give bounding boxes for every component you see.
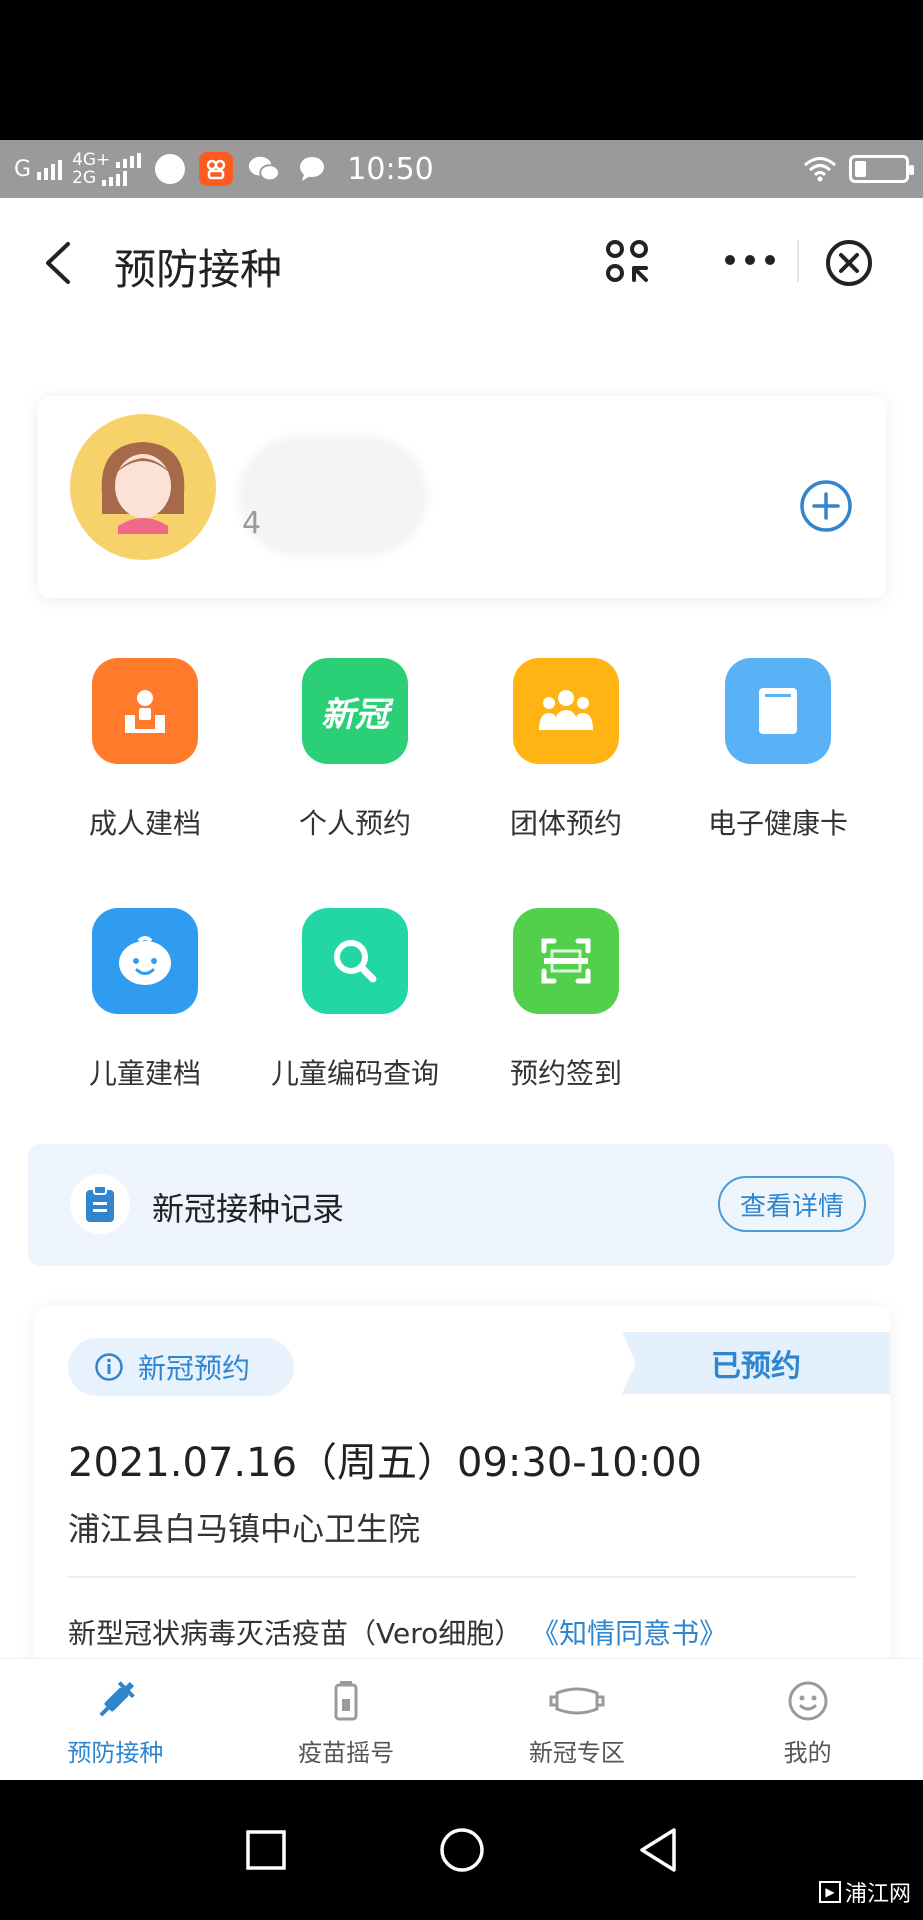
syringe-icon [99,1681,136,1717]
avatar[interactable] [70,414,216,560]
grid-item-health-card[interactable]: 电子健康卡 [678,658,878,842]
child-face-icon [92,908,198,1014]
grid-item-child-record[interactable]: 儿童建档 [45,908,245,1092]
appointment-tag: 新冠预约 [68,1338,294,1396]
grid-item-checkin[interactable]: 预约签到 [466,908,666,1092]
battery-icon [849,155,914,183]
wechat-notification-icon [247,152,281,186]
covid-icon: 新冠 [302,658,408,764]
net-bottom-label: 2G [72,168,97,188]
more-icon[interactable] [722,250,778,270]
mask-icon [549,1687,605,1715]
consent-link[interactable]: 《知情同意书》 [531,1617,727,1650]
tab-label: 疫苗摇号 [298,1739,395,1767]
covid-record-bar[interactable]: 新冠接种记录 查看详情 [28,1144,894,1266]
top-nav: 预防接种 [0,198,923,326]
group-icon [513,658,619,764]
home-icon[interactable] [434,1822,490,1878]
net-top-label: 4G+ [72,150,111,170]
signal-label: G [14,156,32,182]
divider [68,1576,856,1578]
grid-label: 预约签到 [509,1057,622,1090]
search-icon [302,908,408,1014]
smile-face-icon [788,1681,828,1721]
grid-label: 电子健康卡 [707,807,848,840]
grid-item-group-booking[interactable]: 团体预约 [466,658,666,842]
tab-mine[interactable]: 我的 [692,1659,923,1780]
appointment-time: 2021.07.16（周五）09:30-10:00 [68,1440,703,1486]
adult-record-icon [92,658,198,764]
page-title: 预防接种 [114,245,283,294]
profile-subtext: 4 [242,506,262,541]
nav-separator [797,240,799,282]
privacy-mask [238,436,428,556]
covid-icon-text: 新冠 [321,694,389,735]
status-right-group [803,155,914,183]
clock: 10:50 [347,151,434,187]
grid-label: 儿童建档 [88,1057,201,1090]
app-screen: 预防接种 4 成人建档 新冠 个人预约 团体预约 电子健康卡 儿童建档 儿童编码… [0,198,923,1780]
network-stack: 4G+ 2G [72,150,142,188]
appointment-place: 浦江县白马镇中心卫生院 [68,1510,421,1548]
vial-icon [334,1681,358,1721]
signal-bars-icon [116,152,142,168]
top-black-bar [0,0,923,140]
clipboard-icon [70,1174,130,1234]
back-arrow-icon[interactable] [38,238,78,288]
health-card-icon [725,658,831,764]
grid-label: 儿童编码查询 [270,1057,439,1090]
kuaishou-notification-icon [199,152,234,186]
tab-label: 我的 [783,1739,832,1767]
tab-vaccine-lottery[interactable]: 疫苗摇号 [231,1659,462,1780]
status-bar: G 4G+ 2G 10:50 [0,140,923,198]
grid-item-personal-booking[interactable]: 新冠 个人预约 [255,658,455,842]
recent-apps-icon[interactable] [238,1822,294,1878]
watermark-text: 浦江网 [844,1882,911,1907]
signal-bars-icon [102,170,128,186]
record-label: 新冠接种记录 [152,1190,345,1228]
grid-label: 个人预约 [298,807,411,840]
system-nav-bar: ▶ 浦江网 [0,1780,923,1920]
scan-code-icon[interactable] [604,238,650,284]
grid-label: 成人建档 [88,807,201,840]
info-icon [95,1353,123,1381]
appointment-tag-label: 新冠预约 [138,1352,251,1385]
tab-label: 新冠专区 [528,1739,625,1767]
status-badge: 已预约 [622,1332,890,1394]
back-nav-icon[interactable] [630,1822,686,1878]
tab-vaccination[interactable]: 预防接种 [0,1659,231,1780]
grid-label: 团体预约 [509,807,622,840]
signal-bars-icon [37,158,63,180]
watermark: ▶ 浦江网 [818,1876,911,1908]
add-member-icon[interactable] [798,478,854,534]
watermark-play-icon: ▶ [818,1881,841,1903]
scan-checkin-icon [513,908,619,1014]
grid-item-child-code-query[interactable]: 儿童编码查询 [255,908,455,1092]
signal-group: G [14,156,63,182]
close-icon[interactable] [824,238,874,288]
wifi-icon [804,157,836,182]
grid-item-adult-record[interactable]: 成人建档 [45,658,245,842]
view-detail-button[interactable]: 查看详情 [718,1176,866,1232]
vaccine-line: 新型冠状病毒灭活疫苗（Vero细胞） 《知情同意书》 [68,1612,727,1652]
tab-label: 预防接种 [67,1739,164,1767]
bottom-tabbar: 预防接种 疫苗摇号 新冠专区 我的 [0,1658,923,1780]
profile-card[interactable]: 4 [38,396,886,598]
tab-covid-zone[interactable]: 新冠专区 [462,1659,693,1780]
message-notification-icon [295,152,329,186]
browser-notification-icon [155,154,186,184]
vaccine-name: 新型冠状病毒灭活疫苗（Vero细胞） [68,1617,523,1650]
